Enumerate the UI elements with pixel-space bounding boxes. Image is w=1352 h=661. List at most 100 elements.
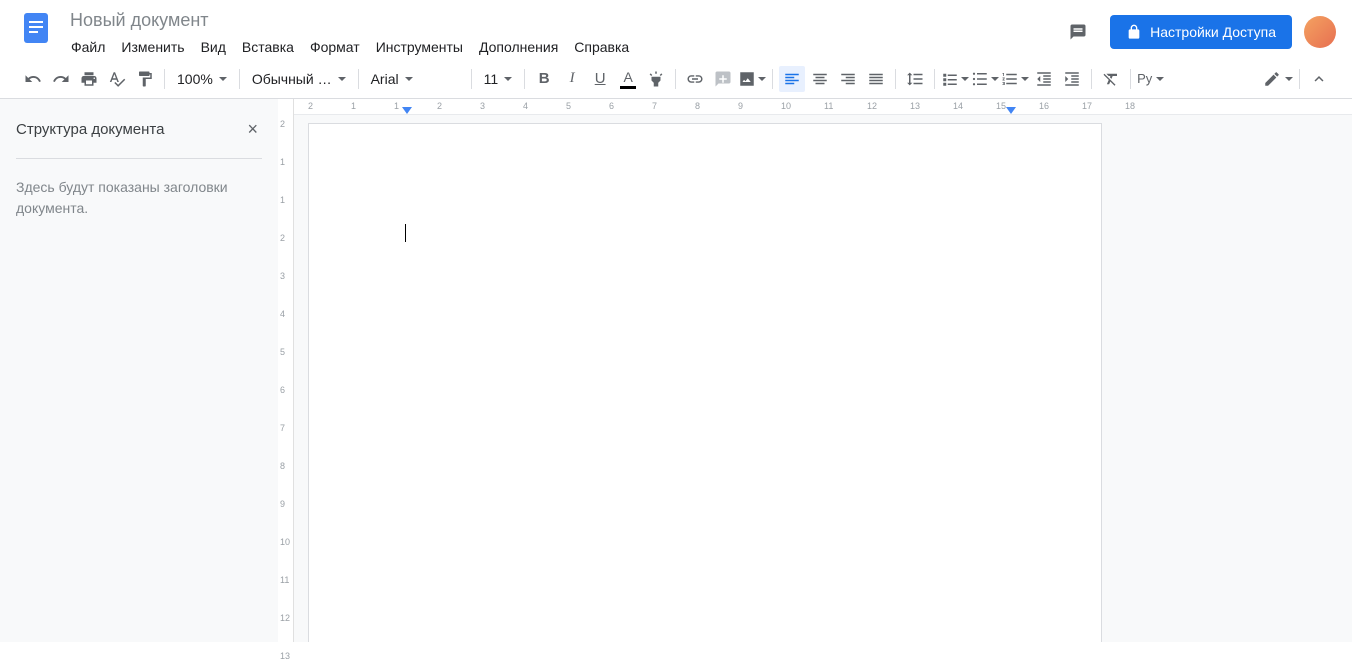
close-icon[interactable]: ×	[243, 115, 262, 144]
caret-icon	[405, 77, 413, 81]
caret-icon	[338, 77, 346, 81]
menu-tools[interactable]: Инструменты	[369, 35, 470, 59]
input-method-button[interactable]: Ру	[1137, 66, 1164, 92]
ruler-tick: 13	[280, 651, 290, 661]
paint-format-button[interactable]	[132, 66, 158, 92]
document-page[interactable]	[308, 123, 1102, 642]
docs-logo[interactable]	[16, 8, 56, 48]
toolbar: 100% Обычный … Arial 11 B I U A Ру	[0, 59, 1352, 99]
align-center-button[interactable]	[807, 66, 833, 92]
ruler-tick: 1	[351, 101, 356, 111]
document-title[interactable]: Новый документ	[64, 8, 1058, 33]
clear-formatting-button[interactable]	[1098, 66, 1124, 92]
separator	[772, 69, 773, 89]
link-button[interactable]	[682, 66, 708, 92]
separator	[239, 69, 240, 89]
menu-format[interactable]: Формат	[303, 35, 367, 59]
menu-addons[interactable]: Дополнения	[472, 35, 565, 59]
ruler-tick: 2	[280, 233, 285, 243]
font-dropdown[interactable]: Arial	[365, 66, 465, 92]
fontsize-dropdown[interactable]: 11	[478, 66, 519, 92]
menu-insert[interactable]: Вставка	[235, 35, 301, 59]
ruler-tick: 11	[824, 101, 833, 111]
caret-icon	[219, 77, 227, 81]
highlight-button[interactable]	[643, 66, 669, 92]
separator	[1130, 69, 1131, 89]
editor: 2112345678910111213 21123456789101112131…	[278, 99, 1352, 642]
indent-marker-right[interactable]	[1006, 107, 1016, 114]
separator	[895, 69, 896, 89]
ruler-tick: 4	[280, 309, 285, 319]
ruler-tick: 12	[867, 101, 877, 111]
toolbar-right	[1263, 66, 1332, 92]
caret-icon	[758, 77, 766, 81]
align-justify-button[interactable]	[863, 66, 889, 92]
header: Новый документ Файл Изменить Вид Вставка…	[0, 0, 1352, 59]
ruler-tick: 16	[1039, 101, 1049, 111]
menu-edit[interactable]: Изменить	[114, 35, 191, 59]
separator	[524, 69, 525, 89]
ruler-tick: 2	[437, 101, 442, 111]
ruler-tick: 2	[308, 101, 313, 111]
horizontal-ruler[interactable]: 21123456789101112131415161718	[308, 99, 1352, 115]
decrease-indent-button[interactable]	[1031, 66, 1057, 92]
ruler-tick: 3	[280, 271, 285, 281]
undo-button[interactable]	[20, 66, 46, 92]
title-area: Новый документ Файл Изменить Вид Вставка…	[64, 8, 1058, 59]
separator	[164, 69, 165, 89]
separator	[934, 69, 935, 89]
ruler-tick: 8	[695, 101, 700, 111]
page-area	[294, 99, 1352, 642]
separator	[358, 69, 359, 89]
underline-button[interactable]: U	[587, 66, 613, 92]
ruler-tick: 18	[1125, 101, 1135, 111]
ruler-tick: 9	[738, 101, 743, 111]
font-value: Arial	[371, 71, 399, 87]
expand-button[interactable]	[1306, 66, 1332, 92]
vertical-ruler[interactable]: 2112345678910111213	[278, 99, 294, 642]
comments-button[interactable]	[1058, 12, 1098, 52]
horizontal-ruler-wrap: 21123456789101112131415161718	[294, 99, 1352, 115]
redo-button[interactable]	[48, 66, 74, 92]
zoom-dropdown[interactable]: 100%	[171, 66, 233, 92]
style-value: Обычный …	[252, 71, 332, 87]
separator	[675, 69, 676, 89]
caret-icon	[961, 77, 969, 81]
ruler-tick: 5	[280, 347, 285, 357]
italic-button[interactable]: I	[559, 66, 585, 92]
menu-file[interactable]: Файл	[64, 35, 112, 59]
ruler-tick: 17	[1082, 101, 1092, 111]
caret-icon	[1285, 77, 1293, 81]
comment-button[interactable]	[710, 66, 736, 92]
text-color-button[interactable]: A	[615, 66, 641, 92]
separator	[1091, 69, 1092, 89]
spellcheck-button[interactable]	[104, 66, 130, 92]
increase-indent-button[interactable]	[1059, 66, 1085, 92]
checklist-button[interactable]	[941, 66, 969, 92]
ruler-tick: 5	[566, 101, 571, 111]
bulleted-list-button[interactable]	[971, 66, 999, 92]
share-button[interactable]: Настройки Доступа	[1110, 15, 1292, 49]
align-left-button[interactable]	[779, 66, 805, 92]
separator	[1299, 69, 1300, 89]
numbered-list-button[interactable]	[1001, 66, 1029, 92]
style-dropdown[interactable]: Обычный …	[246, 66, 352, 92]
ruler-tick: 7	[652, 101, 657, 111]
indent-marker[interactable]	[402, 107, 412, 114]
bold-button[interactable]: B	[531, 66, 557, 92]
ruler-tick: 13	[910, 101, 920, 111]
color-indicator	[620, 86, 636, 89]
ruler-tick: 11	[280, 575, 289, 585]
print-button[interactable]	[76, 66, 102, 92]
ruler-tick: 4	[523, 101, 528, 111]
avatar[interactable]	[1304, 16, 1336, 48]
menubar: Файл Изменить Вид Вставка Формат Инструм…	[64, 35, 1058, 59]
outline-hint: Здесь будут показаны заголовки документа…	[16, 177, 262, 219]
line-spacing-button[interactable]	[902, 66, 928, 92]
menu-view[interactable]: Вид	[194, 35, 233, 59]
menu-help[interactable]: Справка	[567, 35, 636, 59]
align-right-button[interactable]	[835, 66, 861, 92]
editing-mode-button[interactable]	[1263, 66, 1293, 92]
ruler-tick: 1	[280, 195, 285, 205]
image-button[interactable]	[738, 66, 766, 92]
